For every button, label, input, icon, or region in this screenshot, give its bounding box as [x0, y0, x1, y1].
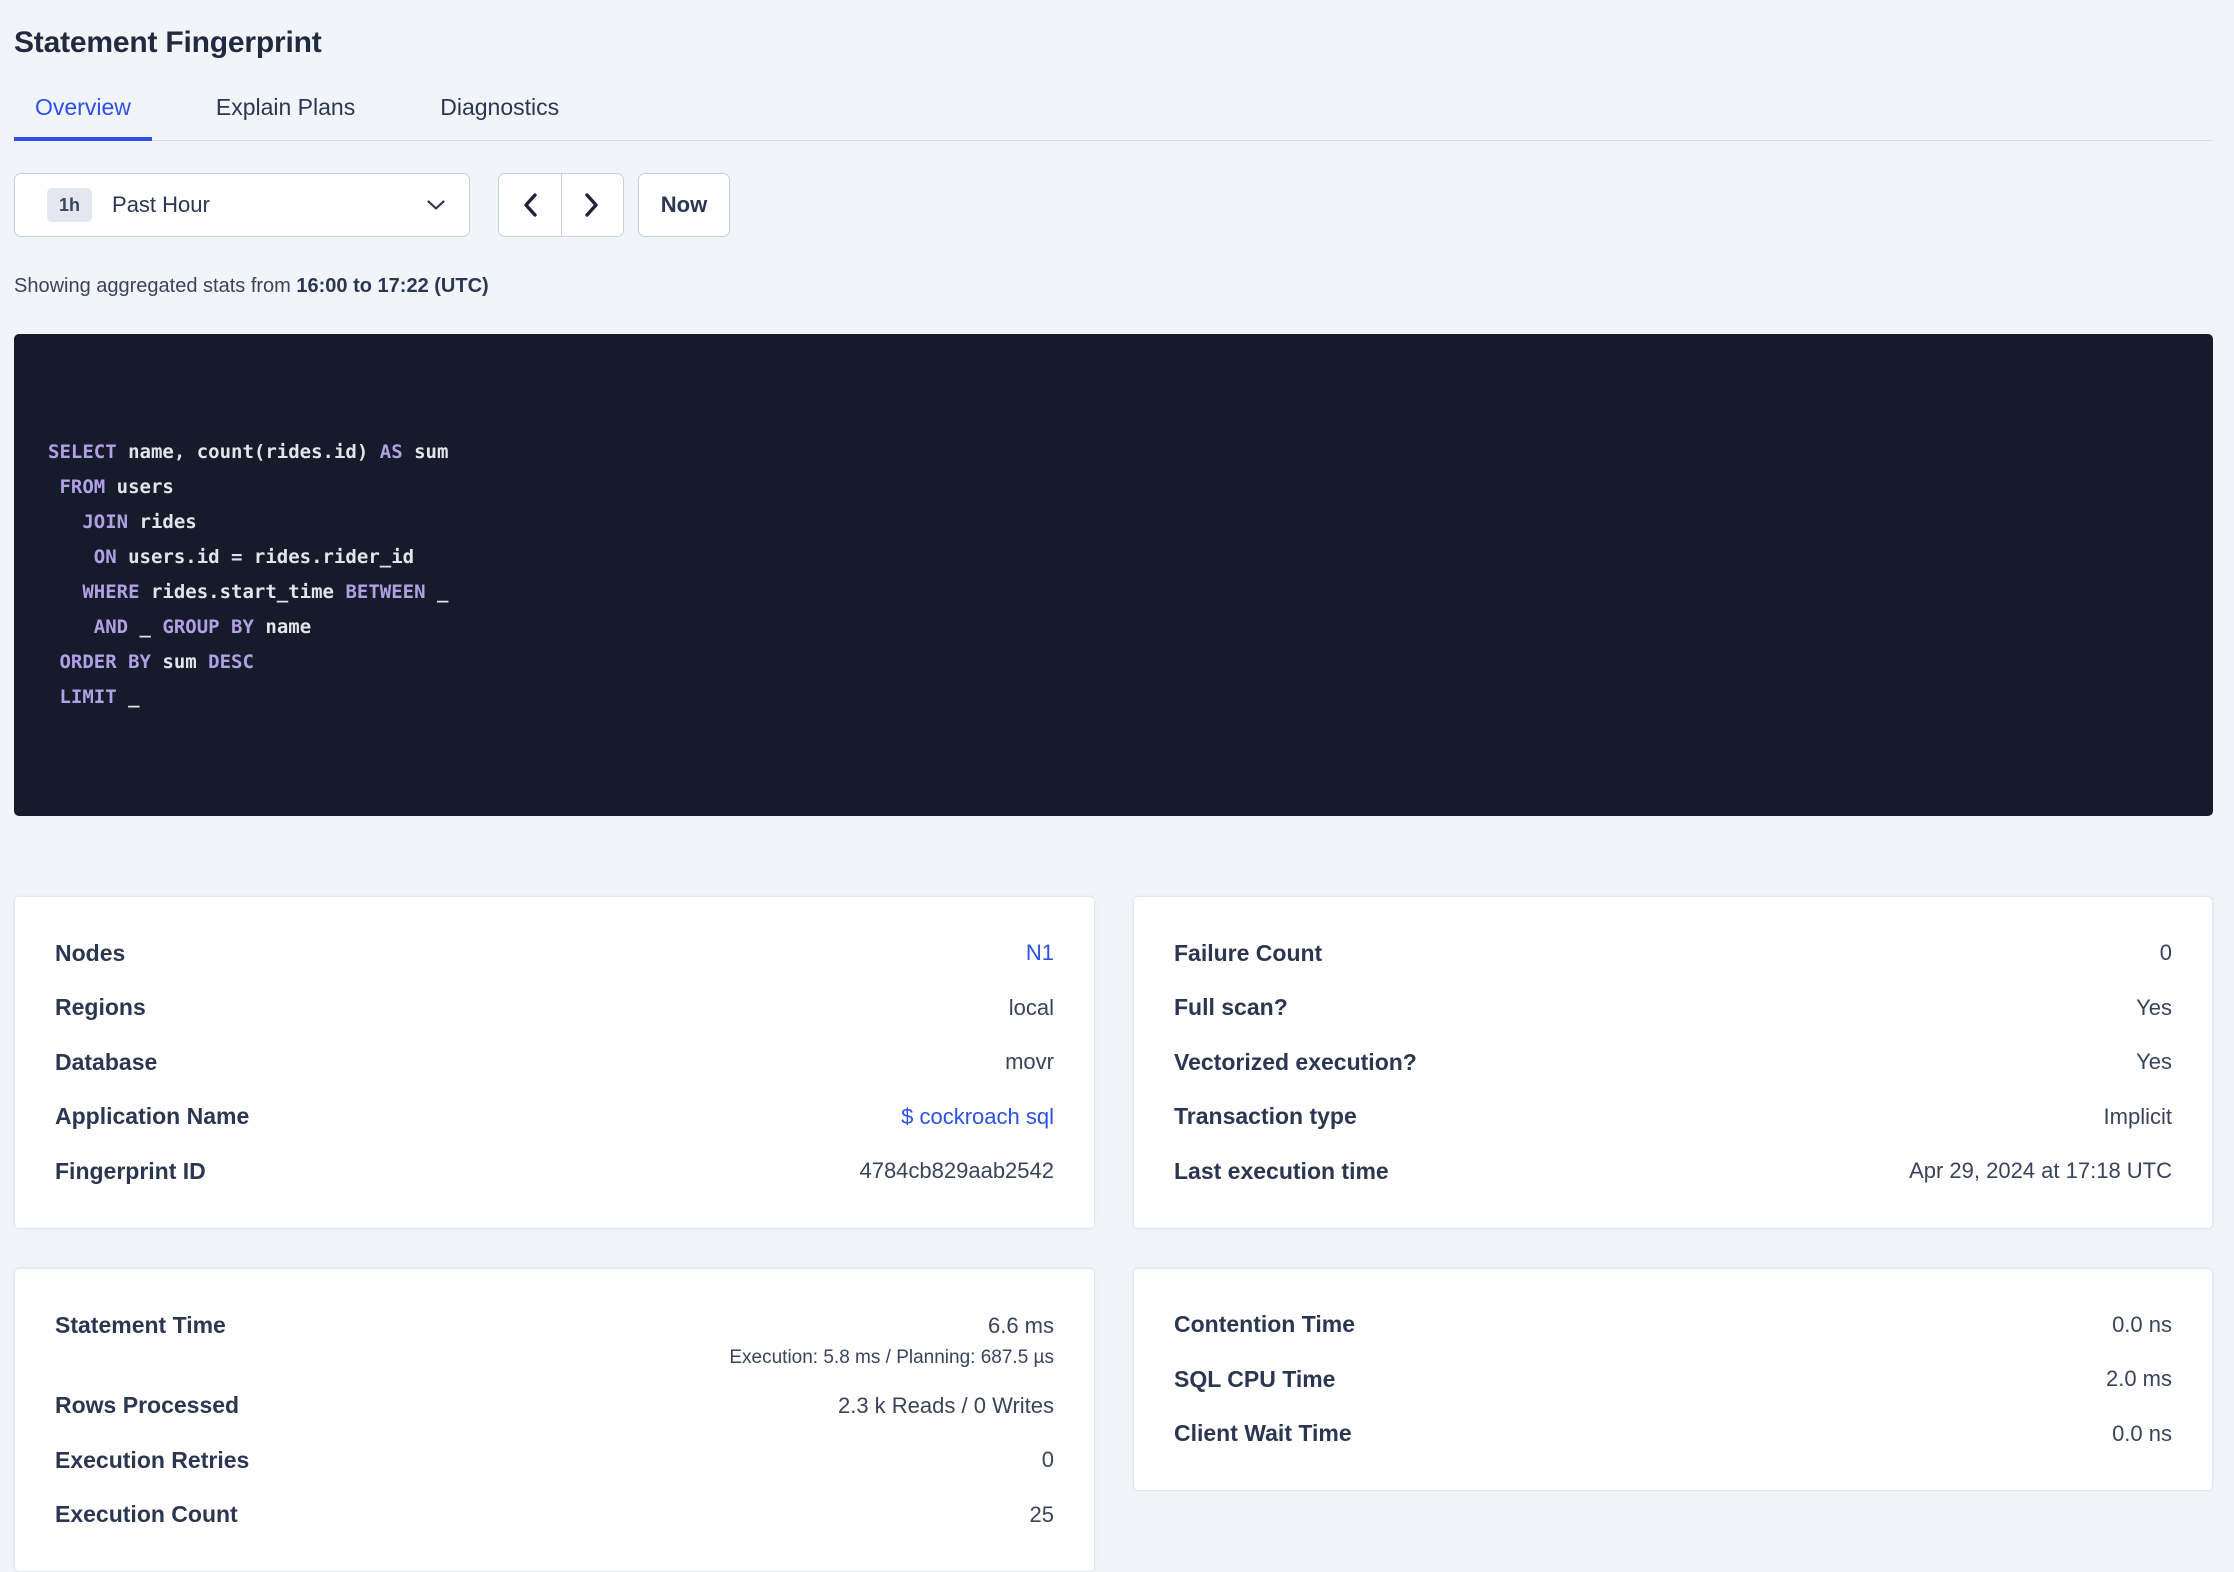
page-title: Statement Fingerprint — [14, 26, 2213, 60]
interval-badge: 1h — [47, 188, 92, 222]
info-value: 0 — [1042, 1447, 1054, 1473]
info-label: Client Wait Time — [1174, 1420, 1352, 1447]
info-value: 4784cb829aab2542 — [859, 1158, 1054, 1184]
info-label: Contention Time — [1174, 1311, 1355, 1338]
info-row-statement-time: Statement Time 6.6 ms Execution: 5.8 ms … — [55, 1298, 1054, 1379]
info-row-contention-time: Contention Time 0.0 ns — [1174, 1298, 2172, 1353]
info-value: Yes — [2136, 1049, 2172, 1075]
info-value: 0 — [2160, 940, 2172, 966]
statement-time-value: 6.6 ms Execution: 5.8 ms / Planning: 687… — [729, 1312, 1054, 1369]
info-value: movr — [1005, 1049, 1054, 1075]
time-range-label: Past Hour — [112, 192, 210, 218]
timing-card-left: Statement Time 6.6 ms Execution: 5.8 ms … — [14, 1268, 1095, 1572]
info-value: 6.6 ms — [988, 1313, 1054, 1338]
timing-card-right: Contention Time 0.0 ns SQL CPU Time 2.0 … — [1133, 1268, 2213, 1492]
info-row-full-scan: Full scan? Yes — [1174, 981, 2172, 1036]
info-row-nodes: Nodes N1 — [55, 926, 1054, 981]
info-row-client-wait-time: Client Wait Time 0.0 ns — [1174, 1407, 2172, 1462]
info-label: Execution Retries — [55, 1447, 249, 1474]
sql-statement-block: SELECT name, count(rides.id) AS sum FROM… — [14, 334, 2213, 816]
aggregated-stats-caption: Showing aggregated stats from 16:00 to 1… — [14, 275, 2213, 298]
info-row-rows-processed: Rows Processed 2.3 k Reads / 0 Writes — [55, 1379, 1054, 1434]
caption-prefix: Showing aggregated stats from — [14, 275, 296, 297]
caption-time-range: 16:00 to 17:22 (UTC) — [296, 275, 488, 297]
info-row-fingerprint-id: Fingerprint ID 4784cb829aab2542 — [55, 1144, 1054, 1199]
info-row-execution-retries: Execution Retries 0 — [55, 1433, 1054, 1488]
info-label: Full scan? — [1174, 994, 1288, 1021]
info-label: Regions — [55, 994, 146, 1021]
info-label: Last execution time — [1174, 1158, 1389, 1185]
statement-fingerprint-page: Statement Fingerprint Overview Explain P… — [0, 0, 2234, 1572]
info-row-execution-count: Execution Count 25 — [55, 1488, 1054, 1543]
detail-cards: Nodes N1 Regions local Database movr App… — [14, 896, 2213, 1572]
info-row-sql-cpu-time: SQL CPU Time 2.0 ms — [1174, 1352, 2172, 1407]
tab-overview[interactable]: Overview — [14, 94, 152, 141]
info-label: Nodes — [55, 940, 125, 967]
info-label: Statement Time — [55, 1312, 226, 1339]
info-value: 25 — [1030, 1502, 1054, 1528]
info-row-failure-count: Failure Count 0 — [1174, 926, 2172, 981]
chevron-left-icon — [523, 193, 537, 217]
info-label: Application Name — [55, 1103, 249, 1130]
nodes-link[interactable]: N1 — [1026, 940, 1054, 966]
info-label: Vectorized execution? — [1174, 1049, 1417, 1076]
info-row-vectorized: Vectorized execution? Yes — [1174, 1035, 2172, 1090]
next-interval-button[interactable] — [561, 174, 624, 236]
info-row-database: Database movr — [55, 1035, 1054, 1090]
info-label: Execution Count — [55, 1501, 238, 1528]
info-label: SQL CPU Time — [1174, 1366, 1335, 1393]
info-value: 0.0 ns — [2112, 1312, 2172, 1338]
info-label: Transaction type — [1174, 1103, 1357, 1130]
info-label: Failure Count — [1174, 940, 1322, 967]
tab-diagnostics[interactable]: Diagnostics — [419, 94, 580, 141]
sql-code: SELECT name, count(rides.id) AS sum FROM… — [48, 435, 2179, 715]
info-row-application-name: Application Name $ cockroach sql — [55, 1090, 1054, 1145]
info-value: 0.0 ns — [2112, 1421, 2172, 1447]
application-name-link[interactable]: $ cockroach sql — [901, 1104, 1054, 1130]
time-step-buttons — [498, 173, 624, 237]
time-controls: 1h Past Hour Now — [14, 173, 2213, 237]
statement-time-breakdown: Execution: 5.8 ms / Planning: 687.5 µs — [729, 1347, 1054, 1369]
overview-card-left: Nodes N1 Regions local Database movr App… — [14, 896, 1095, 1229]
info-label: Fingerprint ID — [55, 1158, 206, 1185]
info-value: Yes — [2136, 995, 2172, 1021]
info-row-regions: Regions local — [55, 981, 1054, 1036]
info-value: 2.0 ms — [2106, 1366, 2172, 1392]
info-value: 2.3 k Reads / 0 Writes — [838, 1393, 1054, 1419]
tab-bar: Overview Explain Plans Diagnostics — [14, 94, 2213, 141]
info-value: Implicit — [2104, 1104, 2172, 1130]
now-button[interactable]: Now — [638, 173, 730, 237]
info-value: local — [1009, 995, 1054, 1021]
info-label: Database — [55, 1049, 157, 1076]
info-value: Apr 29, 2024 at 17:18 UTC — [1909, 1158, 2172, 1184]
time-range-dropdown[interactable]: 1h Past Hour — [14, 173, 470, 237]
chevron-right-icon — [585, 193, 599, 217]
info-label: Rows Processed — [55, 1392, 239, 1419]
tab-explain-plans[interactable]: Explain Plans — [195, 94, 376, 141]
info-row-last-execution-time: Last execution time Apr 29, 2024 at 17:1… — [1174, 1144, 2172, 1199]
previous-interval-button[interactable] — [499, 174, 561, 236]
chevron-down-icon — [427, 200, 445, 211]
info-row-transaction-type: Transaction type Implicit — [1174, 1090, 2172, 1145]
overview-card-right: Failure Count 0 Full scan? Yes Vectorize… — [1133, 896, 2213, 1229]
